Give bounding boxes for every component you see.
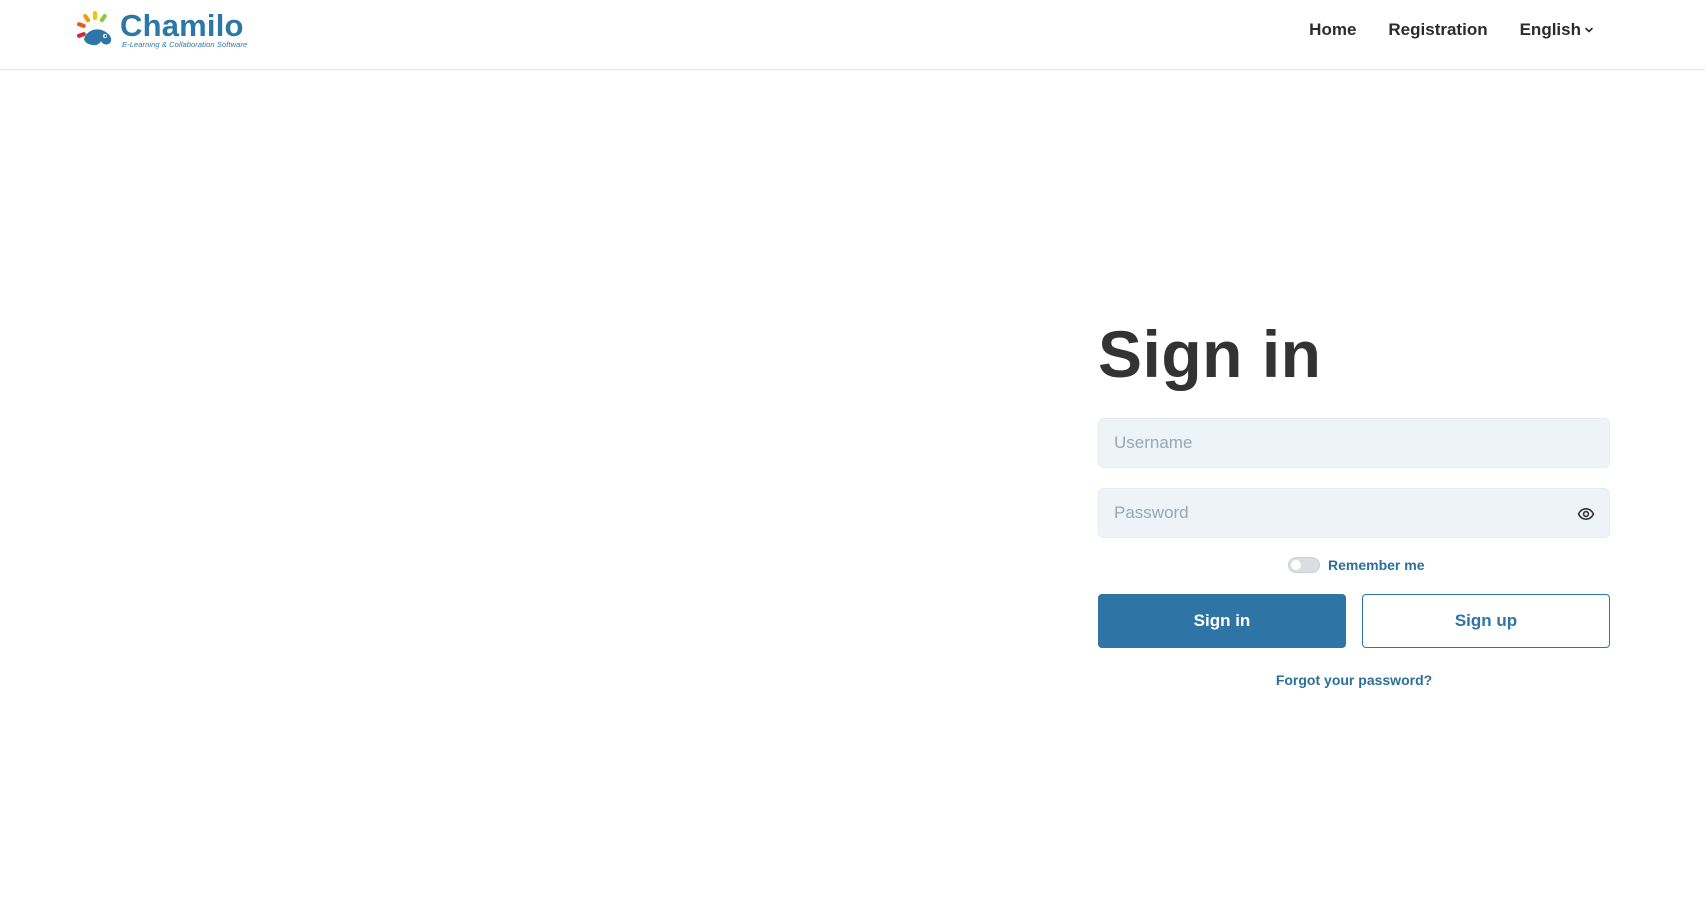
sign-up-button[interactable]: Sign up — [1362, 594, 1610, 648]
forgot-password-link[interactable]: Forgot your password? — [1098, 672, 1610, 688]
eye-icon[interactable] — [1577, 505, 1595, 523]
top-header: Chamilo E-Learning & Collaboration Softw… — [0, 0, 1705, 70]
nav-home[interactable]: Home — [1309, 19, 1356, 41]
password-input[interactable] — [1099, 489, 1609, 537]
page-title: Sign in — [1098, 317, 1322, 391]
sign-in-button[interactable]: Sign in — [1098, 594, 1346, 648]
chamilo-logo-icon — [77, 11, 112, 46]
password-field-wrapper — [1098, 488, 1610, 538]
main-nav: Home Registration English — [1277, 19, 1594, 41]
chamilo-logo[interactable]: Chamilo E-Learning & Collaboration Softw… — [74, 8, 247, 52]
language-dropdown[interactable]: English — [1520, 19, 1594, 41]
toggle-knob — [1291, 560, 1301, 570]
remember-me: Remember me — [1288, 557, 1425, 573]
logo-name: Chamilo — [120, 8, 244, 43]
nav-registration[interactable]: Registration — [1388, 19, 1487, 41]
logo-tagline: E-Learning & Collaboration Software — [122, 40, 248, 49]
language-label: English — [1519, 20, 1581, 39]
chevron-down-icon — [1585, 27, 1593, 33]
username-field-wrapper — [1098, 418, 1610, 468]
username-input[interactable] — [1099, 419, 1609, 467]
remember-me-toggle[interactable] — [1288, 557, 1320, 573]
remember-me-label[interactable]: Remember me — [1328, 557, 1425, 573]
